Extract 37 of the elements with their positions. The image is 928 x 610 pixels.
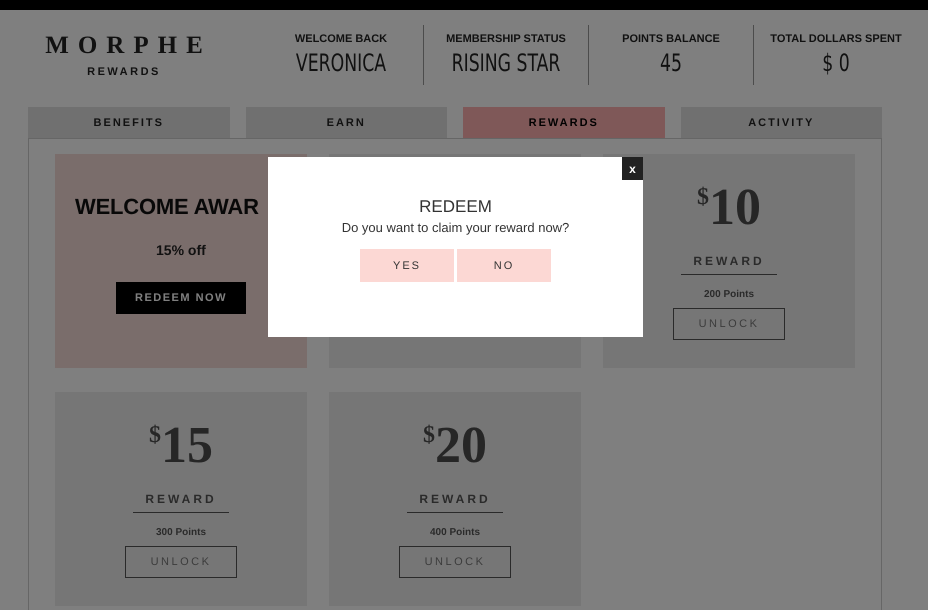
unlock-button[interactable]: UNLOCK <box>399 546 511 578</box>
brand-logo: MORPHE <box>44 32 213 60</box>
unlock-button[interactable]: UNLOCK <box>125 546 237 578</box>
stat-label: TOTAL DOLLARS SPENT <box>769 33 903 45</box>
reward-label: REWARD <box>407 482 503 513</box>
reward-label: REWARD <box>681 244 777 275</box>
unlock-button[interactable]: UNLOCK <box>673 308 785 340</box>
reward-label: REWARD <box>133 482 229 513</box>
currency-sign: $ <box>423 422 435 449</box>
dialog-button[interactable]: YES <box>360 249 454 282</box>
promo-offer: 15% off <box>156 242 206 258</box>
stat-label: WELCOME BACK <box>294 33 388 45</box>
stat-value: VERONICA <box>294 49 388 77</box>
points-cost: 200 Points <box>704 289 754 300</box>
reward-amount: 15 <box>161 416 213 476</box>
tab[interactable]: BENEFITS <box>28 107 230 138</box>
brand-subtitle: REWARDS <box>86 66 162 78</box>
points-cost: 300 Points <box>156 527 206 538</box>
currency-sign: $ <box>697 184 709 211</box>
tab[interactable]: ACTIVITY <box>680 107 882 138</box>
tab[interactable]: REWARDS <box>463 107 664 138</box>
promo-title: WELCOME AWAR <box>75 194 259 220</box>
dialog-message: Do you want to claim your reward now? <box>340 220 570 235</box>
close-button[interactable]: x <box>622 157 643 180</box>
reward-amount: 20 <box>435 416 487 476</box>
dialog-title: REDEEM <box>418 197 493 217</box>
stat-value: $ 0 <box>821 49 851 77</box>
currency-sign: $ <box>149 422 161 449</box>
points-cost: 400 Points <box>430 527 480 538</box>
stat-value: 45 <box>659 49 683 77</box>
stat-label: MEMBERSHIP STATUS <box>445 33 567 45</box>
stat-value: RISING STAR <box>450 49 562 77</box>
tab[interactable]: EARN <box>246 107 447 138</box>
stat-label: POINTS BALANCE <box>621 33 721 45</box>
redeem-button[interactable]: REDEEM NOW <box>116 282 246 314</box>
reward-amount: 10 <box>709 178 761 238</box>
dialog-button[interactable]: NO <box>457 249 551 282</box>
